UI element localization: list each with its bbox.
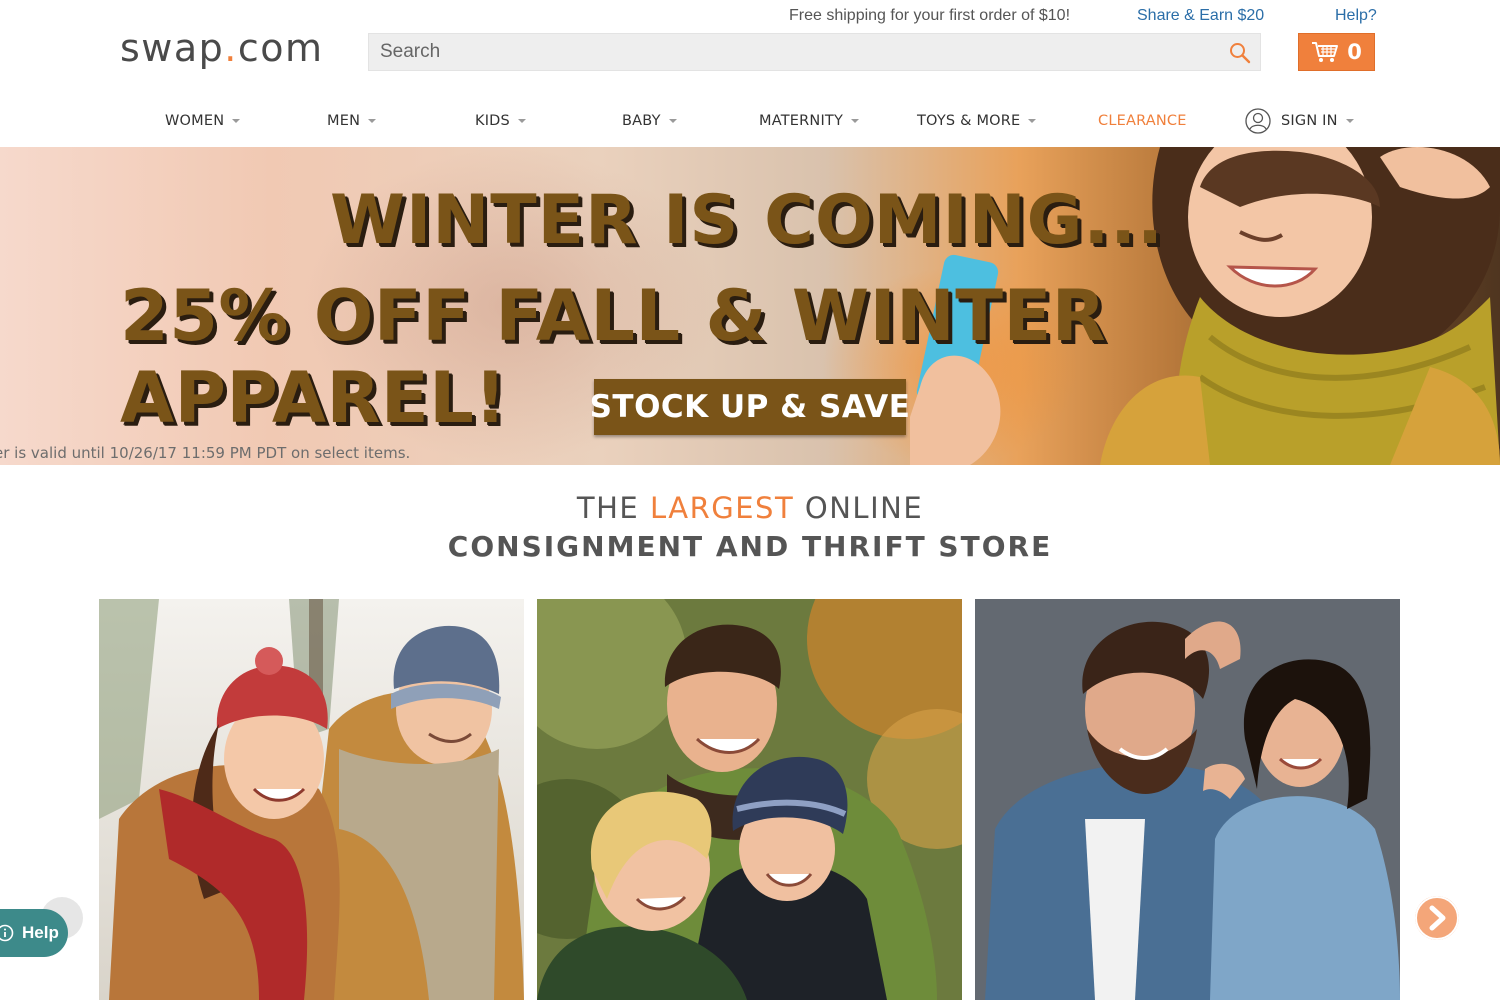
nav-label: WOMEN (165, 113, 225, 129)
nav-item-sign-in[interactable]: SIGN IN (1245, 103, 1354, 139)
nav-label: CLEARANCE (1098, 113, 1187, 129)
category-card-women[interactable] (99, 599, 524, 1000)
site-header: Free shipping for your first order of $1… (0, 0, 1500, 147)
tagline-word: ONLINE (804, 491, 924, 525)
offer-disclaimer: er is valid until 10/26/17 11:59 PM PDT … (0, 444, 411, 462)
nav-item-baby[interactable]: BABY (622, 103, 677, 139)
hero-banner[interactable]: WINTER IS COMING... 25% OFF FALL & WINTE… (0, 147, 1500, 465)
nav-item-men[interactable]: MEN (327, 103, 377, 139)
help-icon (0, 924, 14, 942)
family-autumn-image (537, 599, 962, 1000)
chevron-down-icon (368, 119, 377, 123)
user-icon (1245, 108, 1271, 134)
logo-text-com: com (237, 26, 324, 70)
help-chat-button[interactable]: Help (0, 909, 68, 957)
cart-button[interactable]: 0 (1298, 33, 1375, 71)
chevron-down-icon (1028, 119, 1037, 123)
tagline-line-1: THE LARGEST ONLINE (0, 491, 1500, 525)
chevron-down-icon (517, 119, 526, 123)
swap-logo[interactable]: swap.com (120, 26, 324, 70)
help-link[interactable]: Help? (1335, 7, 1377, 25)
help-label: Help (22, 923, 59, 942)
chevron-down-icon (232, 119, 241, 123)
nav-item-clearance[interactable]: CLEARANCE (1098, 103, 1187, 139)
main-nav: WOMEN MEN KIDS BABY MATERNITY TOYS & MOR… (0, 103, 1500, 139)
hero-line-1: WINTER IS COMING... (330, 181, 1164, 260)
stock-up-save-button[interactable]: STOCK UP & SAVE (590, 379, 910, 435)
hero-headline-1: WINTER IS COMING... (0, 181, 1500, 260)
chevron-down-icon (668, 119, 677, 123)
search-bar (368, 33, 1261, 71)
nav-item-kids[interactable]: KIDS (475, 103, 526, 139)
logo-dot: . (224, 26, 238, 70)
chevron-right-icon (1415, 896, 1459, 940)
search-icon[interactable] (1228, 41, 1252, 65)
shopping-cart-icon (1312, 42, 1339, 62)
category-card-men[interactable] (975, 599, 1400, 1000)
free-shipping-promo: Free shipping for your first order of $1… (789, 7, 1071, 24)
search-input[interactable] (369, 34, 1219, 70)
denim-couple-image (975, 599, 1400, 1000)
nav-label: BABY (622, 113, 661, 129)
tagline-accent-word: LARGEST (649, 491, 795, 525)
winter-couple-image (99, 599, 524, 1000)
chevron-down-icon (1345, 119, 1354, 123)
logo-text-swap: swap (120, 26, 225, 70)
nav-item-maternity[interactable]: MATERNITY (759, 103, 860, 139)
nav-label: MEN (327, 113, 361, 129)
tagline-word: THE (576, 491, 640, 525)
nav-item-women[interactable]: WOMEN (165, 103, 241, 139)
cart-count: 0 (1347, 40, 1362, 64)
share-earn-link[interactable]: Share & Earn $20 (1137, 7, 1264, 25)
carousel-next-button[interactable] (1415, 896, 1459, 940)
tagline-line-2: CONSIGNMENT AND THRIFT STORE (447, 530, 1053, 563)
nav-label: MATERNITY (759, 113, 844, 129)
nav-label: TOYS & MORE (917, 113, 1021, 129)
category-card-family[interactable] (537, 599, 962, 1000)
nav-label: SIGN IN (1281, 113, 1338, 129)
chevron-down-icon (851, 119, 860, 123)
nav-label: KIDS (475, 113, 510, 129)
nav-item-toys-more[interactable]: TOYS & MORE (917, 103, 1037, 139)
